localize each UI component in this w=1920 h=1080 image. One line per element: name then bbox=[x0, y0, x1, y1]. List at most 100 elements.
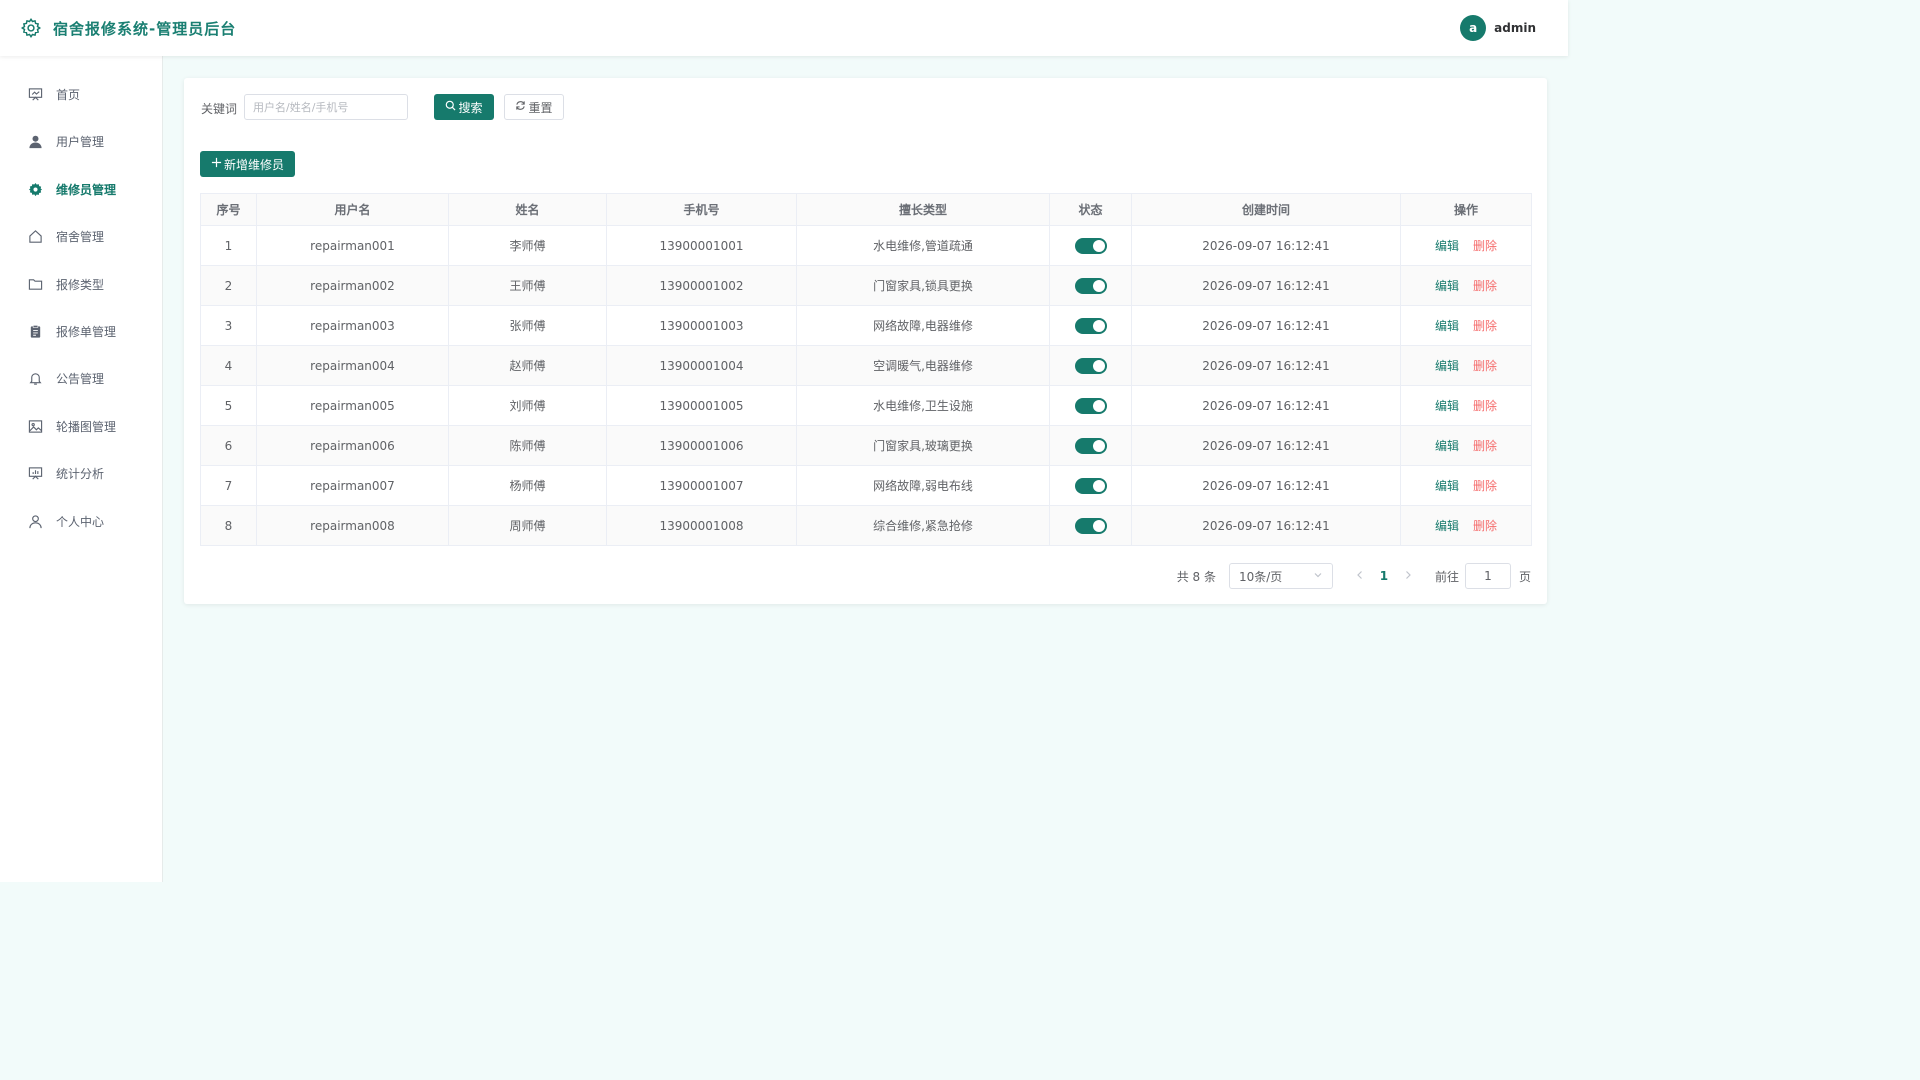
status-toggle[interactable] bbox=[1074, 477, 1107, 494]
row-phone: 13900001001 bbox=[606, 225, 797, 266]
edit-button[interactable]: 编辑 bbox=[1435, 279, 1459, 293]
page-size-select[interactable]: 10条/页 bbox=[1228, 563, 1333, 589]
status-toggle[interactable] bbox=[1074, 357, 1107, 374]
row-created: 2026-09-07 16:12:41 bbox=[1131, 345, 1401, 386]
sidebar-item-announcements[interactable]: 公告管理 bbox=[28, 368, 104, 388]
delete-button[interactable]: 删除 bbox=[1473, 239, 1497, 253]
row-index: 4 bbox=[200, 345, 257, 386]
goto-page-input[interactable] bbox=[1464, 563, 1511, 589]
row-skills: 水电维修,管道疏通 bbox=[796, 225, 1050, 266]
sidebar-item-statistics[interactable]: 统计分析 bbox=[28, 463, 104, 483]
gear-icon bbox=[20, 17, 42, 39]
user-menu[interactable]: a admin bbox=[1460, 15, 1536, 41]
row-username: repairman004 bbox=[256, 345, 449, 386]
avatar[interactable]: a bbox=[1460, 15, 1487, 41]
delete-button[interactable]: 删除 bbox=[1473, 479, 1497, 493]
reset-button[interactable]: 重置 bbox=[504, 94, 564, 120]
row-name: 刘师傅 bbox=[448, 385, 607, 426]
plus-icon bbox=[211, 157, 222, 171]
chevron-right-icon bbox=[1406, 571, 1411, 579]
row-actions: 编辑 删除 bbox=[1400, 425, 1532, 466]
pagination: 共 8 条 10条/页 1 前往 页 bbox=[1177, 563, 1531, 589]
table-row: 1 repairman001 李师傅 13900001001 水电维修,管道疏通 2026… bbox=[200, 225, 1532, 266]
status-toggle[interactable] bbox=[1074, 317, 1107, 334]
add-button-label: 新增维修员 bbox=[223, 157, 284, 172]
table-row: 2 repairman002 王师傅 13900001002 门窗家具,锁具更换 2026… bbox=[200, 265, 1532, 306]
sidebar-item-carousel[interactable]: 轮播图管理 bbox=[28, 416, 116, 436]
row-username: repairman006 bbox=[256, 425, 449, 466]
sidebar-item-label: 用户管理 bbox=[56, 134, 105, 149]
edit-button[interactable]: 编辑 bbox=[1435, 359, 1459, 373]
delete-button[interactable]: 删除 bbox=[1473, 519, 1497, 533]
row-created: 2026-09-07 16:12:41 bbox=[1131, 265, 1401, 306]
row-index: 2 bbox=[200, 265, 257, 306]
row-actions: 编辑 删除 bbox=[1400, 505, 1532, 546]
search-icon bbox=[445, 100, 456, 114]
sidebar-item-home[interactable]: 首页 bbox=[28, 84, 80, 104]
row-created: 2026-09-07 16:12:41 bbox=[1131, 385, 1401, 426]
row-name: 张师傅 bbox=[448, 305, 607, 346]
delete-button[interactable]: 删除 bbox=[1473, 359, 1497, 373]
delete-button[interactable]: 删除 bbox=[1473, 279, 1497, 293]
status-toggle[interactable] bbox=[1074, 517, 1107, 534]
add-repairman-button[interactable]: 新增维修员 bbox=[200, 151, 295, 177]
row-created: 2026-09-07 16:12:41 bbox=[1131, 425, 1401, 466]
edit-button[interactable]: 编辑 bbox=[1435, 479, 1459, 493]
search-button[interactable]: 搜索 bbox=[434, 94, 494, 120]
clipboard-icon bbox=[28, 324, 43, 339]
row-username: repairman008 bbox=[256, 505, 449, 546]
delete-button[interactable]: 删除 bbox=[1473, 399, 1497, 413]
row-skills: 门窗家具,锁具更换 bbox=[796, 265, 1050, 306]
status-toggle[interactable] bbox=[1074, 237, 1107, 254]
folder-icon bbox=[28, 277, 43, 292]
page-number[interactable]: 1 bbox=[1375, 569, 1393, 583]
goto-label: 前往 bbox=[1434, 569, 1459, 584]
next-page-button[interactable] bbox=[1399, 569, 1417, 583]
delete-button[interactable]: 删除 bbox=[1473, 319, 1497, 333]
column-header-actions: 操作 bbox=[1400, 193, 1532, 226]
status-toggle[interactable] bbox=[1074, 397, 1107, 414]
table-row: 7 repairman007 杨师傅 13900001007 网络故障,弱电布线 2026… bbox=[200, 465, 1532, 506]
row-skills: 门窗家具,玻璃更换 bbox=[796, 425, 1050, 466]
status-toggle[interactable] bbox=[1074, 277, 1107, 294]
page-size-value: 10条/页 bbox=[1238, 569, 1283, 584]
edit-button[interactable]: 编辑 bbox=[1435, 239, 1459, 253]
column-header-index: 序号 bbox=[200, 193, 257, 226]
row-skills: 综合维修,紧急抢修 bbox=[796, 505, 1050, 546]
sidebar-item-label: 统计分析 bbox=[56, 466, 105, 481]
sidebar-item-label: 报修类型 bbox=[56, 277, 105, 292]
sidebar-item-dorms[interactable]: 宿舍管理 bbox=[28, 226, 104, 246]
status-toggle[interactable] bbox=[1074, 437, 1107, 454]
row-status bbox=[1049, 425, 1132, 466]
username[interactable]: admin bbox=[1494, 21, 1536, 35]
edit-button[interactable]: 编辑 bbox=[1435, 319, 1459, 333]
row-phone: 13900001007 bbox=[606, 465, 797, 506]
search-input[interactable] bbox=[244, 94, 408, 120]
sidebar-item-label: 个人中心 bbox=[56, 514, 105, 529]
row-phone: 13900001004 bbox=[606, 345, 797, 386]
house-icon bbox=[28, 229, 43, 244]
row-status bbox=[1049, 305, 1132, 346]
edit-button[interactable]: 编辑 bbox=[1435, 439, 1459, 453]
sidebar-item-repair-types[interactable]: 报修类型 bbox=[28, 274, 104, 294]
sidebar-item-repairmen[interactable]: 维修员管理 bbox=[28, 179, 116, 199]
row-phone: 13900001003 bbox=[606, 305, 797, 346]
table-row: 3 repairman003 张师傅 13900001003 网络故障,电器维修 2026… bbox=[200, 305, 1532, 346]
sidebar-item-users[interactable]: 用户管理 bbox=[28, 131, 104, 151]
reset-button-label: 重置 bbox=[528, 100, 553, 115]
row-name: 杨师傅 bbox=[448, 465, 607, 506]
edit-button[interactable]: 编辑 bbox=[1435, 399, 1459, 413]
sidebar-item-repair-orders[interactable]: 报修单管理 bbox=[28, 321, 116, 341]
row-name: 周师傅 bbox=[448, 505, 607, 546]
user-icon bbox=[28, 134, 43, 149]
delete-button[interactable]: 删除 bbox=[1473, 439, 1497, 453]
edit-button[interactable]: 编辑 bbox=[1435, 519, 1459, 533]
main-card: 关键词 搜索 重置 新增维修员 序号 用户名 姓名 手机号 擅长类型 bbox=[184, 78, 1547, 604]
table-row: 6 repairman006 陈师傅 13900001006 门窗家具,玻璃更换 2026… bbox=[200, 425, 1532, 466]
row-username: repairman007 bbox=[256, 465, 449, 506]
prev-page-button[interactable] bbox=[1351, 569, 1369, 583]
column-header-username: 用户名 bbox=[256, 193, 449, 226]
sidebar-item-profile[interactable]: 个人中心 bbox=[28, 511, 104, 531]
row-status bbox=[1049, 505, 1132, 546]
keyword-label: 关键词 bbox=[201, 102, 238, 116]
